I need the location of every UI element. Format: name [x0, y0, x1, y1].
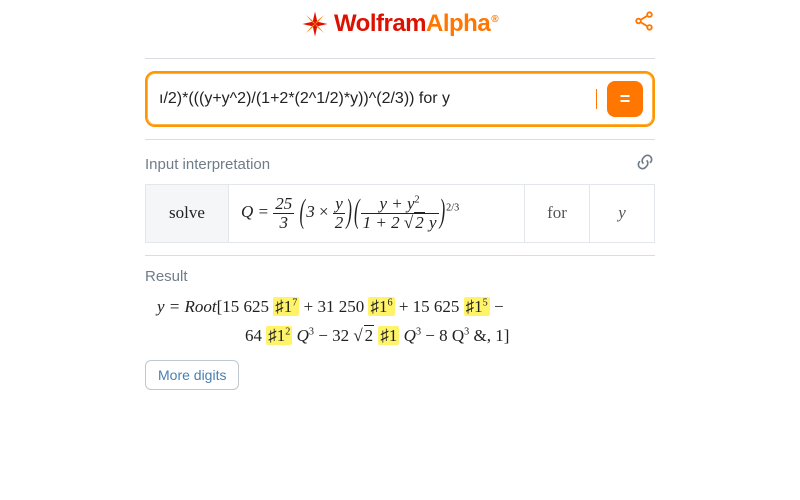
more-digits-button[interactable]: More digits — [145, 360, 239, 390]
result-expression: y = Root[15 625 ♯17 + 31 250 ♯16 + 15 62… — [145, 293, 655, 351]
brand-wordmark: WolframAlpha® — [334, 10, 498, 38]
compute-button-label: = — [620, 89, 631, 110]
share-icon[interactable] — [633, 10, 655, 37]
search-input[interactable] — [157, 89, 586, 109]
section-result: Result — [145, 268, 655, 285]
more-digits-label: More digits — [158, 367, 226, 383]
compute-button[interactable]: = — [607, 81, 643, 117]
cell-solve: solve — [146, 185, 229, 243]
divider — [145, 139, 655, 140]
result-line-1: y = Root[15 625 ♯17 + 31 250 ♯16 + 15 62… — [157, 293, 655, 322]
text-caret — [596, 89, 597, 109]
cell-equation: Q = 253 (3 × y2)( y + y2 1 + 2 √2 y )2/3 — [229, 185, 525, 243]
app-header: WolframAlpha® — [145, 2, 655, 46]
cell-var: y — [590, 185, 655, 243]
link-icon[interactable] — [635, 152, 655, 176]
table-row: solve Q = 253 (3 × y2)( y + y2 1 + 2 √2 … — [146, 185, 655, 243]
brand: WolframAlpha® — [302, 10, 498, 38]
section-title: Input interpretation — [145, 156, 270, 173]
section-title: Result — [145, 268, 188, 285]
result-line-2: 64 ♯12 Q3 − 32 √2 ♯1 Q3 − 8 Q3 &, 1] — [157, 322, 655, 351]
divider — [145, 255, 655, 256]
section-input-interpretation: Input interpretation — [145, 152, 655, 176]
spikey-icon — [302, 11, 328, 37]
divider — [145, 58, 655, 59]
input-interpretation-table: solve Q = 253 (3 × y2)( y + y2 1 + 2 √2 … — [145, 184, 655, 243]
query-field[interactable]: = — [145, 71, 655, 127]
cell-for: for — [525, 185, 590, 243]
